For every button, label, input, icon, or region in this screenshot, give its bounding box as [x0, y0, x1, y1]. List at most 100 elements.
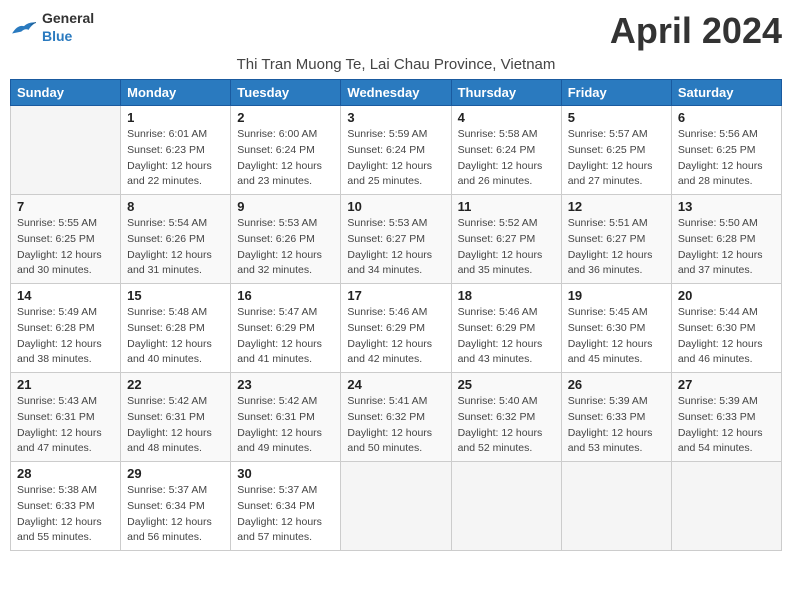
day-number: 18	[458, 288, 555, 303]
day-info: Sunrise: 5:40 AM Sunset: 6:32 PM Dayligh…	[458, 394, 555, 457]
sunrise-text: Sunrise: 5:46 AM	[347, 306, 427, 318]
daylight-text: Daylight: 12 hours and 41 minutes.	[237, 338, 322, 366]
calendar-day-cell: 30 Sunrise: 5:37 AM Sunset: 6:34 PM Dayl…	[231, 462, 341, 551]
sunrise-text: Sunrise: 5:55 AM	[17, 217, 97, 229]
daylight-text: Daylight: 12 hours and 34 minutes.	[347, 249, 432, 277]
daylight-text: Daylight: 12 hours and 31 minutes.	[127, 249, 212, 277]
logo-text: General Blue	[42, 10, 94, 46]
sunset-text: Sunset: 6:27 PM	[458, 233, 536, 245]
day-number: 5	[568, 110, 665, 125]
calendar-day-cell: 16 Sunrise: 5:47 AM Sunset: 6:29 PM Dayl…	[231, 284, 341, 373]
daylight-text: Daylight: 12 hours and 57 minutes.	[237, 516, 322, 544]
day-number: 6	[678, 110, 775, 125]
day-info: Sunrise: 5:39 AM Sunset: 6:33 PM Dayligh…	[678, 394, 775, 457]
sunset-text: Sunset: 6:31 PM	[237, 411, 315, 423]
day-number: 13	[678, 199, 775, 214]
calendar-week-row: 21 Sunrise: 5:43 AM Sunset: 6:31 PM Dayl…	[11, 373, 782, 462]
daylight-text: Daylight: 12 hours and 47 minutes.	[17, 427, 102, 455]
sunrise-text: Sunrise: 5:37 AM	[127, 484, 207, 496]
sunrise-text: Sunrise: 5:43 AM	[17, 395, 97, 407]
sunrise-text: Sunrise: 5:58 AM	[458, 128, 538, 140]
daylight-text: Daylight: 12 hours and 50 minutes.	[347, 427, 432, 455]
daylight-text: Daylight: 12 hours and 38 minutes.	[17, 338, 102, 366]
calendar-day-cell: 5 Sunrise: 5:57 AM Sunset: 6:25 PM Dayli…	[561, 106, 671, 195]
sunrise-text: Sunrise: 5:53 AM	[237, 217, 317, 229]
calendar-day-cell: 26 Sunrise: 5:39 AM Sunset: 6:33 PM Dayl…	[561, 373, 671, 462]
day-info: Sunrise: 6:01 AM Sunset: 6:23 PM Dayligh…	[127, 127, 224, 190]
day-number: 26	[568, 377, 665, 392]
page-header: General Blue April 2024	[10, 10, 782, 52]
sunset-text: Sunset: 6:29 PM	[458, 322, 536, 334]
sunset-text: Sunset: 6:29 PM	[237, 322, 315, 334]
daylight-text: Daylight: 12 hours and 35 minutes.	[458, 249, 543, 277]
calendar-title: April 2024	[610, 10, 782, 52]
daylight-text: Daylight: 12 hours and 22 minutes.	[127, 160, 212, 188]
daylight-text: Daylight: 12 hours and 23 minutes.	[237, 160, 322, 188]
sunrise-text: Sunrise: 5:51 AM	[568, 217, 648, 229]
daylight-text: Daylight: 12 hours and 45 minutes.	[568, 338, 653, 366]
day-info: Sunrise: 5:39 AM Sunset: 6:33 PM Dayligh…	[568, 394, 665, 457]
calendar-day-cell: 28 Sunrise: 5:38 AM Sunset: 6:33 PM Dayl…	[11, 462, 121, 551]
sunset-text: Sunset: 6:26 PM	[237, 233, 315, 245]
day-number: 20	[678, 288, 775, 303]
sunrise-text: Sunrise: 5:50 AM	[678, 217, 758, 229]
calendar-day-cell: 22 Sunrise: 5:42 AM Sunset: 6:31 PM Dayl…	[121, 373, 231, 462]
day-info: Sunrise: 5:53 AM Sunset: 6:26 PM Dayligh…	[237, 216, 334, 279]
day-number: 12	[568, 199, 665, 214]
calendar-day-cell: 19 Sunrise: 5:45 AM Sunset: 6:30 PM Dayl…	[561, 284, 671, 373]
sunset-text: Sunset: 6:28 PM	[127, 322, 205, 334]
daylight-text: Daylight: 12 hours and 56 minutes.	[127, 516, 212, 544]
sunrise-text: Sunrise: 5:57 AM	[568, 128, 648, 140]
daylight-text: Daylight: 12 hours and 42 minutes.	[347, 338, 432, 366]
calendar-day-cell: 23 Sunrise: 5:42 AM Sunset: 6:31 PM Dayl…	[231, 373, 341, 462]
calendar-day-cell: 4 Sunrise: 5:58 AM Sunset: 6:24 PM Dayli…	[451, 106, 561, 195]
sunrise-text: Sunrise: 5:44 AM	[678, 306, 758, 318]
day-info: Sunrise: 5:46 AM Sunset: 6:29 PM Dayligh…	[458, 305, 555, 368]
day-of-week-header: Friday	[561, 80, 671, 106]
calendar-header-row: SundayMondayTuesdayWednesdayThursdayFrid…	[11, 80, 782, 106]
sunrise-text: Sunrise: 5:49 AM	[17, 306, 97, 318]
sunrise-text: Sunrise: 5:37 AM	[237, 484, 317, 496]
logo-blue: Blue	[42, 28, 72, 44]
day-of-week-header: Thursday	[451, 80, 561, 106]
day-info: Sunrise: 5:37 AM Sunset: 6:34 PM Dayligh…	[127, 483, 224, 546]
day-info: Sunrise: 5:50 AM Sunset: 6:28 PM Dayligh…	[678, 216, 775, 279]
day-number: 4	[458, 110, 555, 125]
sunset-text: Sunset: 6:31 PM	[127, 411, 205, 423]
day-info: Sunrise: 5:52 AM Sunset: 6:27 PM Dayligh…	[458, 216, 555, 279]
day-number: 14	[17, 288, 114, 303]
calendar-day-cell: 18 Sunrise: 5:46 AM Sunset: 6:29 PM Dayl…	[451, 284, 561, 373]
sunset-text: Sunset: 6:34 PM	[127, 500, 205, 512]
day-number: 25	[458, 377, 555, 392]
day-of-week-header: Wednesday	[341, 80, 451, 106]
sunset-text: Sunset: 6:34 PM	[237, 500, 315, 512]
sunrise-text: Sunrise: 6:00 AM	[237, 128, 317, 140]
day-info: Sunrise: 5:49 AM Sunset: 6:28 PM Dayligh…	[17, 305, 114, 368]
day-info: Sunrise: 5:41 AM Sunset: 6:32 PM Dayligh…	[347, 394, 444, 457]
calendar-table: SundayMondayTuesdayWednesdayThursdayFrid…	[10, 79, 782, 551]
day-number: 10	[347, 199, 444, 214]
day-number: 3	[347, 110, 444, 125]
day-info: Sunrise: 5:47 AM Sunset: 6:29 PM Dayligh…	[237, 305, 334, 368]
calendar-day-cell: 11 Sunrise: 5:52 AM Sunset: 6:27 PM Dayl…	[451, 195, 561, 284]
sunrise-text: Sunrise: 5:53 AM	[347, 217, 427, 229]
sunset-text: Sunset: 6:25 PM	[568, 144, 646, 156]
sunset-text: Sunset: 6:31 PM	[17, 411, 95, 423]
day-number: 30	[237, 466, 334, 481]
sunrise-text: Sunrise: 5:45 AM	[568, 306, 648, 318]
sunset-text: Sunset: 6:26 PM	[127, 233, 205, 245]
day-info: Sunrise: 6:00 AM Sunset: 6:24 PM Dayligh…	[237, 127, 334, 190]
sunrise-text: Sunrise: 5:42 AM	[127, 395, 207, 407]
day-info: Sunrise: 5:42 AM Sunset: 6:31 PM Dayligh…	[127, 394, 224, 457]
sunrise-text: Sunrise: 5:59 AM	[347, 128, 427, 140]
calendar-day-cell	[451, 462, 561, 551]
calendar-day-cell: 13 Sunrise: 5:50 AM Sunset: 6:28 PM Dayl…	[671, 195, 781, 284]
sunset-text: Sunset: 6:24 PM	[237, 144, 315, 156]
daylight-text: Daylight: 12 hours and 46 minutes.	[678, 338, 763, 366]
sunset-text: Sunset: 6:23 PM	[127, 144, 205, 156]
calendar-day-cell: 25 Sunrise: 5:40 AM Sunset: 6:32 PM Dayl…	[451, 373, 561, 462]
calendar-day-cell	[341, 462, 451, 551]
calendar-week-row: 28 Sunrise: 5:38 AM Sunset: 6:33 PM Dayl…	[11, 462, 782, 551]
day-of-week-header: Tuesday	[231, 80, 341, 106]
sunset-text: Sunset: 6:25 PM	[17, 233, 95, 245]
